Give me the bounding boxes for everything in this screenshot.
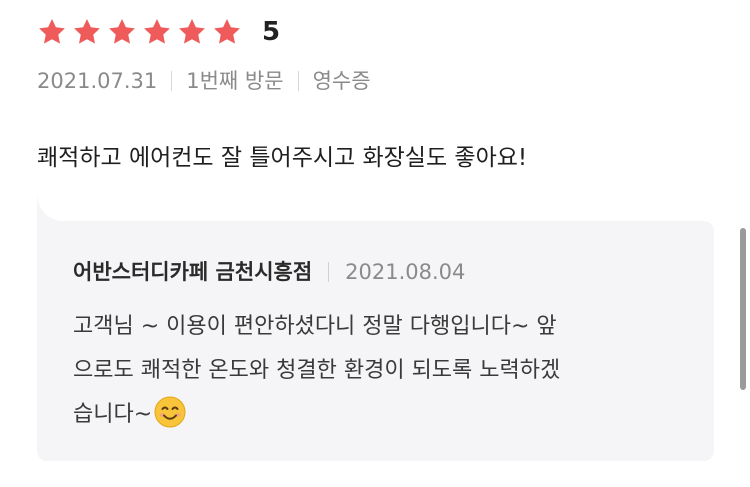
reply-line-text: 습니다~ [73,402,153,427]
reply-divider [328,262,330,282]
star-icon [107,17,137,47]
star-icon [72,17,102,47]
owner-reply: 어반스터디카페 금천시흥점 2021.08.04 고객님 ~ 이용이 편안하셨다… [37,221,714,461]
visit-count: 1번째 방문 [186,69,284,93]
review-meta: 2021.07.31 1번째 방문 영수증 [37,64,371,98]
review-body: 쾌적하고 에어컨도 잘 틀어주시고 화장실도 좋아요! [37,145,528,171]
review-card: 5 2021.07.31 1번째 방문 영수증 쾌적하고 에어컨도 잘 틀어주시… [0,0,750,487]
scrollbar[interactable] [740,228,746,390]
review-date: 2021.07.31 [37,69,158,93]
star-rating [37,17,247,47]
smiling-face-icon [154,396,186,428]
star-icon [142,17,172,47]
meta-divider [297,71,299,91]
reply-body: 고객님 ~ 이용이 편안하셨다니 정말 다행입니다~ 앞 으로도 쾌적한 온도와… [73,305,683,437]
reply-line: 습니다~ [73,393,683,437]
star-icon [37,17,67,47]
rating-score: 5 [262,17,281,47]
reply-header: 어반스터디카페 금천시흥점 2021.08.04 [73,255,465,289]
owner-name[interactable]: 어반스터디카페 금천시흥점 [73,255,312,289]
reply-line: 고객님 ~ 이용이 편안하셨다니 정말 다행입니다~ 앞 [73,314,557,339]
reply-line: 으로도 쾌적한 온도와 청결한 환경이 되도록 노력하겠 [73,358,561,383]
meta-divider [171,71,173,91]
reply-date: 2021.08.04 [345,260,466,284]
rating-row: 5 [37,14,280,50]
star-icon [212,17,242,47]
star-icon [177,17,207,47]
verification-badge: 영수증 [312,69,371,93]
